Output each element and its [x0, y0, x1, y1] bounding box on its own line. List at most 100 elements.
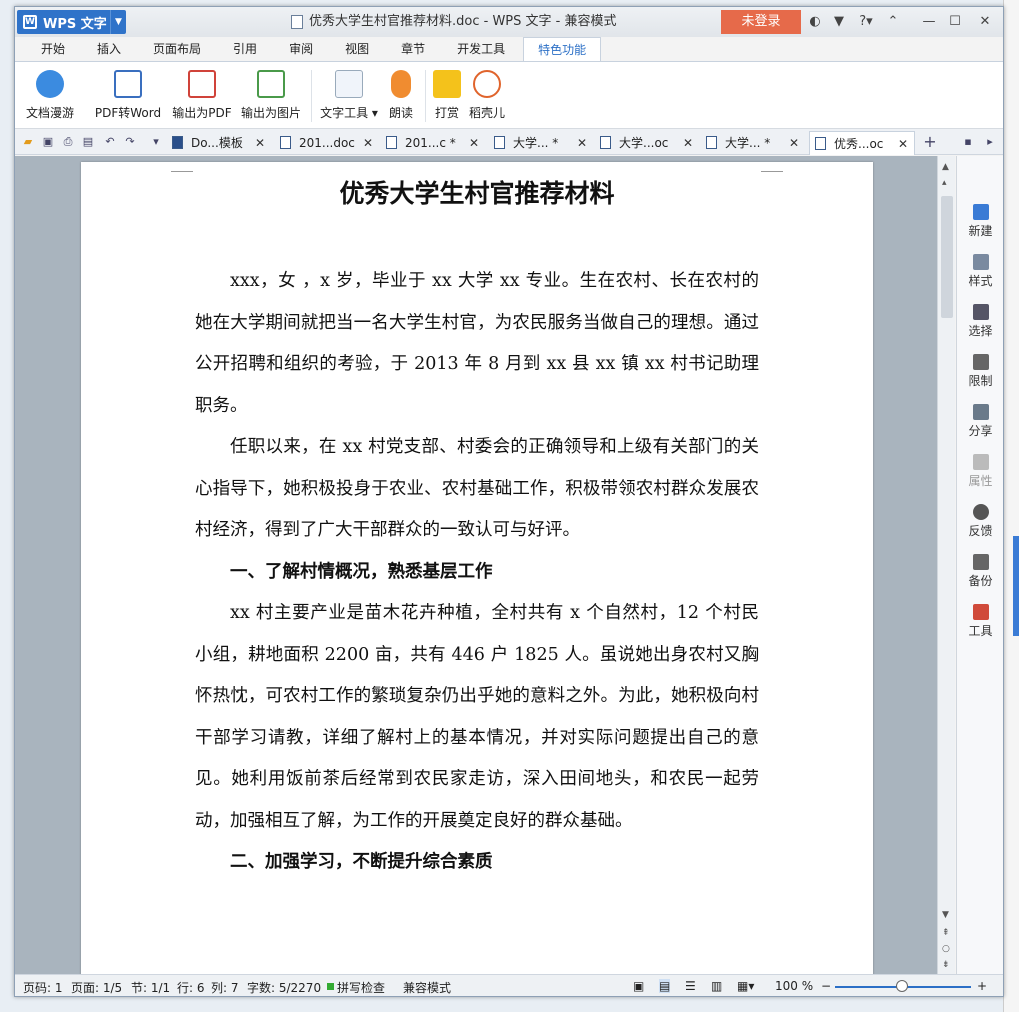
doc-tab[interactable]: 大学... * ✕ [701, 131, 803, 155]
section-heading: 二、加强学习，不断提升综合素质 [230, 852, 493, 872]
sidebar-item-backup[interactable]: 备份 [957, 554, 1004, 589]
close-tab-icon[interactable]: ✕ [255, 131, 265, 155]
doc-tab[interactable]: 201...c * ✕ [381, 131, 483, 155]
skin-icon[interactable]: ◐ [805, 12, 825, 32]
cloud-icon [36, 70, 64, 98]
zoom-level[interactable]: 100 % [775, 979, 813, 993]
reading-mode-icon[interactable]: ▦▾ [737, 979, 754, 993]
chevron-down-icon[interactable]: ▼ [110, 10, 126, 34]
styles-icon [972, 254, 989, 270]
close-tab-icon[interactable]: ✕ [577, 131, 587, 155]
compat-mode-label: 兼容模式 [403, 981, 452, 995]
sidebar-item-share[interactable]: 分享 [957, 404, 1004, 439]
fullscreen-icon[interactable]: ▣ [633, 979, 644, 993]
scroll-thumb[interactable] [941, 196, 953, 318]
pdf-to-word-icon [114, 70, 142, 98]
sidebar-item-tools[interactable]: 工具 [957, 604, 1004, 639]
text-tools-button[interactable]: 文字工具 ▾ [319, 68, 379, 126]
pdf-to-word-button[interactable]: PDF转Word [93, 68, 163, 126]
status-word-count[interactable]: 字数: 5/2270 [247, 979, 321, 996]
doc-tab[interactable]: 大学... * ✕ [489, 131, 591, 155]
login-button[interactable]: 未登录 [721, 10, 801, 34]
status-row: 行: 6 [177, 981, 205, 995]
zoom-in-icon[interactable]: + [977, 979, 987, 993]
read-aloud-button[interactable]: 朗读 [383, 68, 419, 126]
doc-roaming-button[interactable]: 文档漫游 [23, 68, 77, 126]
tab-review[interactable]: 审阅 [275, 37, 327, 61]
document-body[interactable]: xxx，女 ，x 岁，毕业于 xx 大学 xx 专业。生在农村、长在农村的她在大… [195, 261, 759, 884]
reward-button[interactable]: 打赏 [429, 68, 465, 126]
outline-view-icon[interactable]: ☰ [685, 979, 696, 993]
open-folder-icon[interactable]: ▰ [21, 135, 35, 149]
close-tab-icon[interactable]: ✕ [898, 132, 908, 156]
doc-tab[interactable]: Do...模板 ✕ [167, 131, 269, 155]
tab-start[interactable]: 开始 [27, 37, 79, 61]
image-icon [257, 70, 285, 98]
web-view-icon[interactable]: ▥ [711, 979, 722, 993]
close-icon[interactable]: ✕ [975, 12, 995, 32]
redo-icon[interactable]: ↷ [123, 135, 137, 149]
close-tab-icon[interactable]: ✕ [469, 131, 479, 155]
tab-chapter[interactable]: 章节 [387, 37, 439, 61]
tab-special-features[interactable]: 特色功能 [523, 37, 602, 61]
scroll-up-icon[interactable]: ▲ [942, 162, 949, 172]
print-preview-icon[interactable]: ▤ [81, 135, 95, 149]
prev-page-icon[interactable]: ⇞ [942, 928, 950, 938]
spellcheck-indicator-icon [327, 983, 334, 990]
select-browse-icon[interactable]: ○ [942, 944, 950, 954]
export-pdf-button[interactable]: 输出为PDF [171, 68, 233, 126]
paragraph: 任职以来，在 xx 村党支部、村委会的正确领导和上级有关部门的关心指导下，她积极… [195, 437, 759, 540]
status-bar: 页码: 1 页面: 1/5 节: 1/1 行: 6 列: 7 字数: 5/227… [15, 974, 1003, 996]
sidebar-item-styles[interactable]: 样式 [957, 254, 1004, 289]
sidebar-item-select[interactable]: 选择 [957, 304, 1004, 339]
scroll-to-top-icon[interactable]: ▴ [942, 178, 947, 188]
next-page-icon[interactable]: ⇟ [942, 960, 950, 970]
close-tab-icon[interactable]: ✕ [789, 131, 799, 155]
sidebar-item-feedback[interactable]: 反馈 [957, 504, 1004, 539]
zoom-slider-handle[interactable] [896, 980, 908, 992]
minimize-icon[interactable]: — [919, 12, 939, 32]
quick-access-dropdown-icon[interactable]: ▾ [149, 135, 163, 149]
vertical-scrollbar[interactable]: ▲ ▴ ▼ ⇞ ○ ⇟ [937, 156, 955, 974]
shirt-icon[interactable]: ▼ [829, 12, 849, 32]
scroll-down-icon[interactable]: ▼ [942, 910, 949, 920]
paper-plane-icon [972, 404, 989, 420]
sidebar-item-restrict[interactable]: 限制 [957, 354, 1004, 389]
tab-view[interactable]: 视图 [331, 37, 383, 61]
doc-tab-active[interactable]: 优秀...oc ✕ [809, 131, 915, 155]
close-tab-icon[interactable]: ✕ [363, 131, 373, 155]
sidebar-item-new[interactable]: 新建 [957, 204, 1004, 239]
wps-menu-button[interactable]: W WPS 文字 ▼ [17, 10, 126, 34]
tab-developer[interactable]: 开发工具 [443, 37, 519, 61]
tab-page-layout[interactable]: 页面布局 [139, 37, 215, 61]
toolbox-icon [972, 604, 989, 620]
ribbon-tabs: 开始 插入 页面布局 引用 审阅 视图 章节 开发工具 特色功能 [15, 37, 1003, 61]
document-page[interactable]: 优秀大学生村官推荐材料 xxx，女 ，x 岁，毕业于 xx 大学 xx 专业。生… [81, 162, 873, 974]
zoom-out-icon[interactable]: − [821, 979, 831, 993]
save-icon[interactable]: ▣ [41, 135, 55, 149]
status-page-count[interactable]: 页面: 1/5 [71, 979, 122, 996]
tab-insert[interactable]: 插入 [83, 37, 135, 61]
new-tab-plus-icon[interactable]: + [923, 134, 937, 150]
background-window-edge [1003, 0, 1019, 1012]
sidebar-item-properties[interactable]: 属性 [957, 454, 1004, 489]
collapse-ribbon-icon[interactable]: ⌃ [883, 12, 903, 32]
print-icon[interactable]: ⎙ [61, 135, 75, 149]
maximize-icon[interactable]: ☐ [945, 12, 965, 32]
export-image-button[interactable]: 输出为图片 [239, 68, 303, 126]
window-title: 优秀大学生村官推荐材料.doc - WPS 文字 - 兼容模式 [291, 7, 616, 37]
help-icon[interactable]: ?▾ [853, 12, 879, 32]
undo-icon[interactable]: ↶ [103, 135, 117, 149]
word-doc-icon [815, 137, 826, 150]
docer-button[interactable]: 稻壳儿 [467, 68, 507, 126]
spellcheck-toggle[interactable]: 拼写检查 [337, 979, 385, 996]
tab-references[interactable]: 引用 [219, 37, 271, 61]
page-view-icon[interactable]: ▤ [659, 979, 671, 993]
status-section: 节: 1/1 [131, 981, 171, 995]
doc-tab[interactable]: 大学...oc ✕ [595, 131, 697, 155]
tab-list-icon[interactable]: ▪ [961, 135, 975, 149]
close-tab-icon[interactable]: ✕ [683, 131, 693, 155]
tab-options-icon[interactable]: ▸ [983, 135, 997, 149]
status-page-number: 页码: 1 [23, 981, 63, 995]
doc-tab[interactable]: 201...doc ✕ [275, 131, 377, 155]
